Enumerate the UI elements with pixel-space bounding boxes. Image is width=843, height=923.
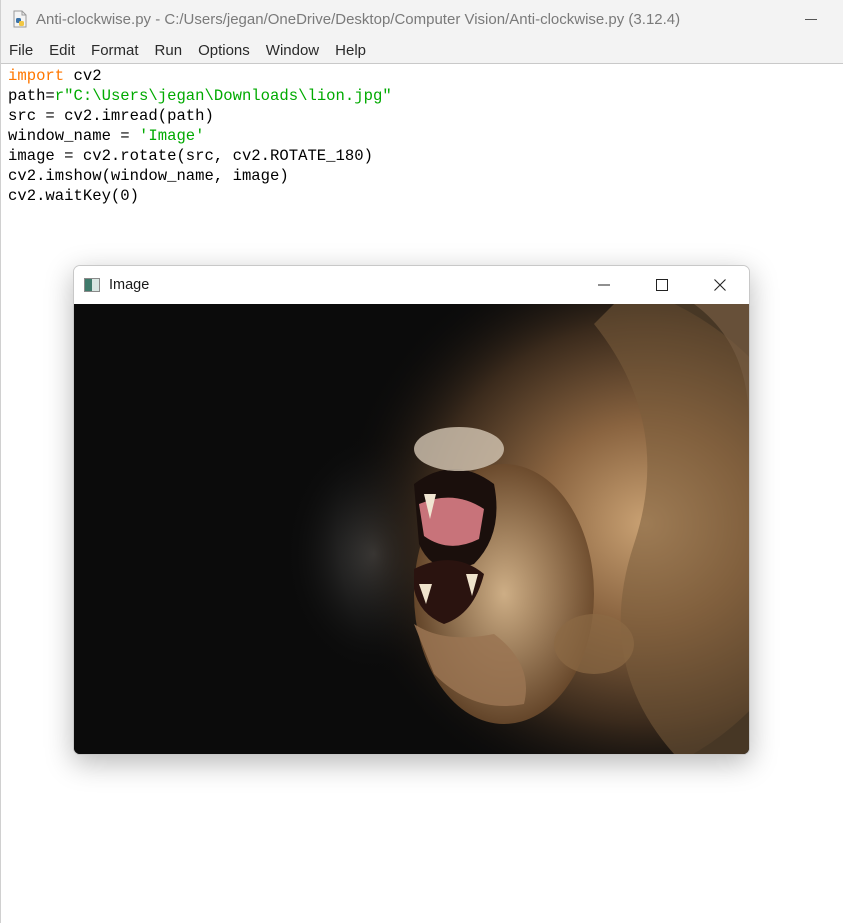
menu-help[interactable]: Help [327, 38, 374, 63]
code-line[interactable]: src = cv2.imread(path) [8, 106, 843, 126]
lion-image [74, 304, 749, 754]
window-title: Anti-clockwise.py - C:/Users/jegan/OneDr… [36, 10, 681, 28]
code-token: src = cv2.imread(path) [8, 107, 214, 125]
minimize-button[interactable] [801, 10, 821, 28]
image-close-button[interactable] [691, 266, 749, 304]
code-line[interactable]: cv2.waitKey(0) [8, 186, 843, 206]
code-string: r"C:\Users\jegan\Downloads\lion.jpg" [54, 87, 392, 105]
code-token: image = cv2.rotate(src, cv2.ROTATE_180) [8, 147, 373, 165]
code-line[interactable]: image = cv2.rotate(src, cv2.ROTATE_180) [8, 146, 843, 166]
window-controls [575, 266, 749, 304]
menu-run[interactable]: Run [147, 38, 191, 63]
code-token: path= [8, 87, 55, 105]
menu-edit[interactable]: Edit [41, 38, 83, 63]
code-token: cv2.imshow(window_name, image) [8, 167, 289, 185]
code-line[interactable]: cv2.imshow(window_name, image) [8, 166, 843, 186]
image-window-title-bar[interactable]: Image [74, 266, 749, 304]
opencv-image-window[interactable]: Image [73, 265, 750, 755]
menu-file[interactable]: File [1, 38, 41, 63]
code-string: 'Image' [139, 127, 205, 145]
python-file-icon [11, 10, 29, 28]
code-token: cv2 [64, 67, 102, 85]
minimize-icon [598, 284, 610, 286]
minimize-icon [805, 18, 817, 20]
app-icon [84, 278, 100, 292]
close-icon [714, 279, 726, 291]
code-keyword: import [8, 67, 65, 85]
maximize-icon [656, 279, 668, 291]
code-text[interactable]: import cv2 path=r"C:\Users\jegan\Download… [2, 64, 843, 206]
image-minimize-button[interactable] [575, 266, 633, 304]
image-maximize-button[interactable] [633, 266, 691, 304]
code-token: window_name = [8, 127, 140, 145]
title-bar: Anti-clockwise.py - C:/Users/jegan/OneDr… [1, 0, 843, 38]
code-token: cv2.waitKey(0) [8, 187, 140, 205]
code-line[interactable]: path=r"C:\Users\jegan\Downloads\lion.jpg… [8, 86, 843, 106]
menu-bar: File Edit Format Run Options Window Help [1, 38, 843, 64]
lion-illustration [74, 304, 749, 754]
code-line[interactable]: import cv2 [8, 66, 843, 86]
code-line[interactable]: window_name = 'Image' [8, 126, 843, 146]
image-window-title: Image [109, 277, 150, 293]
menu-options[interactable]: Options [190, 38, 258, 63]
menu-window[interactable]: Window [258, 38, 327, 63]
menu-format[interactable]: Format [83, 38, 147, 63]
